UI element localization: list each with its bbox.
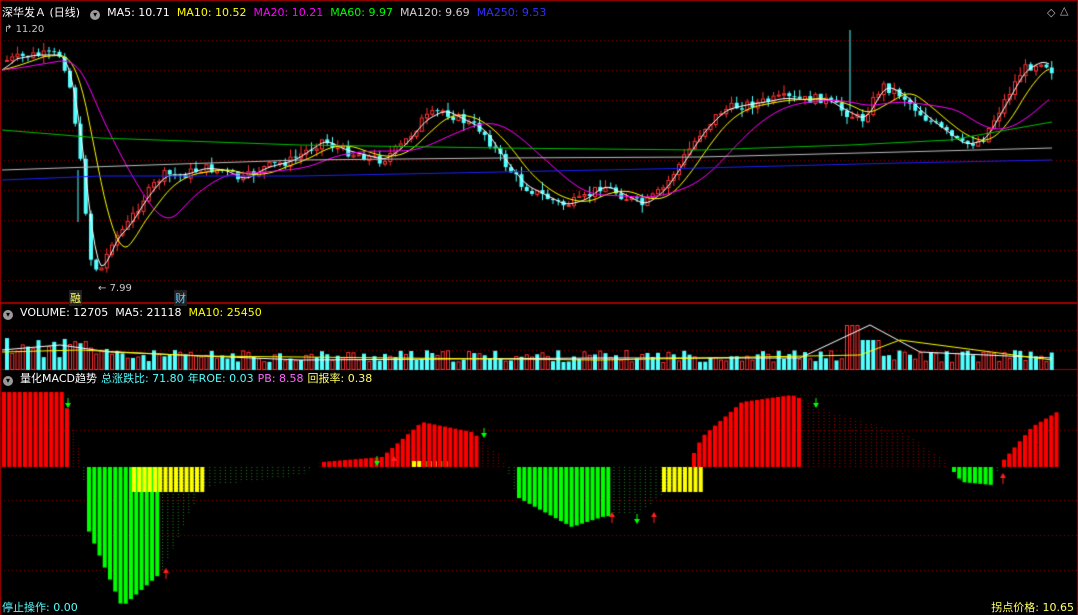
volume-panel-header: ▾ VOLUME: 12705 MA5: 21118 MA10: 25450 (0, 305, 269, 321)
ma5-label: MA5: 10.71 (107, 6, 170, 19)
chevron-down-icon[interactable]: ▾ (3, 310, 13, 320)
volume-label: VOLUME: 12705 (20, 306, 109, 319)
event-marker-rong[interactable]: 融 (69, 290, 82, 306)
price-low-label: ← 7.99 (98, 283, 132, 294)
price-high-label: ↱ 11.20 (4, 24, 45, 35)
chevron-down-icon[interactable]: ▾ (3, 376, 13, 386)
ma20-label: MA20: 10.21 (253, 6, 324, 19)
ma250-label: MA250: 9.53 (476, 6, 547, 19)
event-marker-cai[interactable]: 财 (174, 290, 187, 306)
stock-title: 深华发Ａ (日线) (2, 6, 81, 19)
volume-ma5-label: MA5: 21118 (115, 306, 182, 319)
return-rate-label: 回报率: 0.38 (307, 372, 373, 385)
ma60-label: MA60: 9.97 (330, 6, 393, 19)
diamond-icon[interactable]: ◇ (1047, 6, 1055, 19)
roe-label: 年ROE: 0.03 (187, 372, 254, 385)
ma10-label: MA10: 10.52 (176, 6, 247, 19)
volume-ma10-label: MA10: 25450 (188, 306, 262, 319)
triangle-icon[interactable]: △ (1060, 4, 1068, 17)
pivot-price-label: 拐点价格: 10.65 (991, 601, 1074, 614)
ratio-label: 总涨跌比: 71.80 (100, 372, 184, 385)
pb-label: PB: 8.58 (257, 372, 304, 385)
price-panel-header: 深华发Ａ (日线) ▾ MA5: 10.71 MA10: 10.52 MA20: 10.… (0, 5, 553, 21)
ma120-label: MA120: 9.69 (399, 6, 470, 19)
chevron-down-icon[interactable]: ▾ (90, 10, 101, 20)
macd-panel-header: ▾ 量化MACD趋势 总涨跌比: 71.80 年ROE: 0.03 PB: 8.58 回报… (0, 371, 379, 387)
stop-operation-label: 停止操作: 0.00 (2, 601, 78, 614)
macd-title: 量化MACD趋势 (20, 372, 97, 385)
